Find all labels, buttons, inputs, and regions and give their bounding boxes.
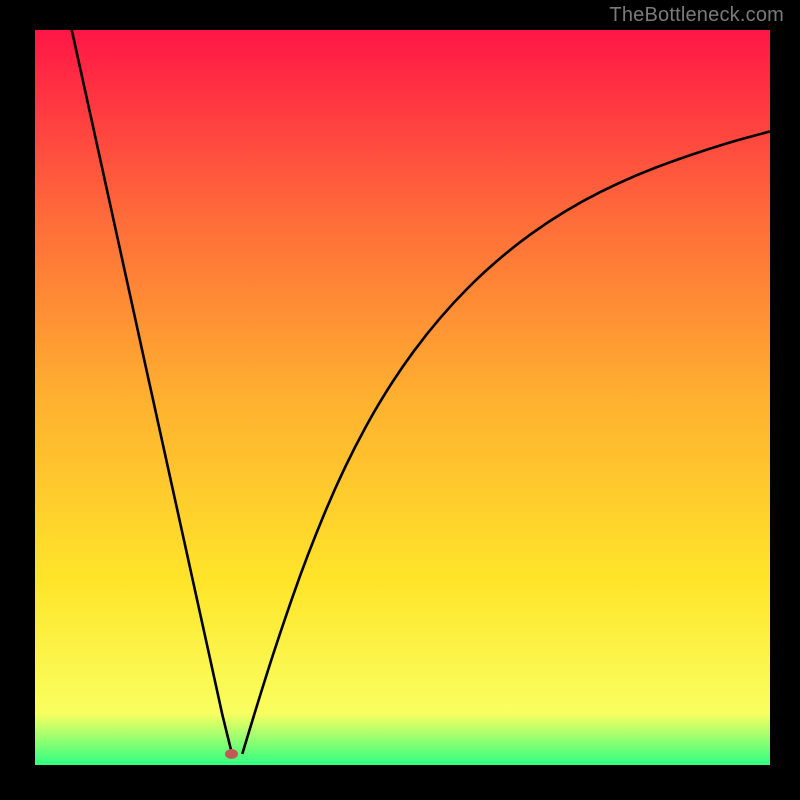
gradient-background bbox=[35, 30, 770, 765]
plot-svg bbox=[35, 30, 770, 765]
plot-area bbox=[35, 30, 770, 765]
watermark-text: TheBottleneck.com bbox=[609, 4, 784, 27]
chart-frame: TheBottleneck.com bbox=[0, 0, 800, 800]
